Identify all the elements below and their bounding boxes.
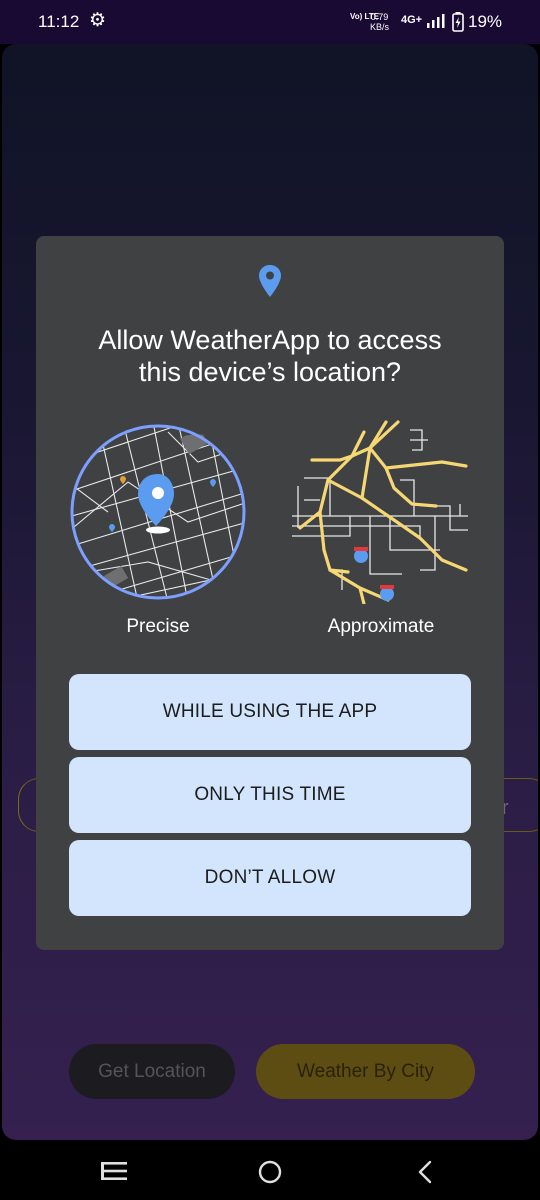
dialog-title-line2: this device’s location? xyxy=(138,357,402,387)
back-icon[interactable] xyxy=(416,1160,434,1184)
dialog-title: Allow WeatherApp to access this device’s… xyxy=(56,324,484,388)
network-speed: 0.79 KB/s xyxy=(370,12,389,32)
get-location-button[interactable]: Get Location xyxy=(69,1044,235,1099)
speed-value: 0.79 xyxy=(370,12,389,22)
dialog-title-line1: Allow WeatherApp to access xyxy=(98,325,442,355)
only-this-time-button[interactable]: ONLY THIS TIME xyxy=(69,757,471,833)
recents-icon[interactable] xyxy=(101,1162,127,1180)
approximate-label: Approximate xyxy=(327,616,435,637)
approximate-location-option[interactable] xyxy=(290,420,470,604)
signal-icon xyxy=(427,14,445,28)
status-time: 11:12 xyxy=(38,12,80,31)
gear-icon: ⚙ xyxy=(89,10,107,31)
status-bar: 11:12 ⚙ Vo) LTE 0.79 KB/s 4G+ 19% xyxy=(0,0,540,44)
speed-unit: KB/s xyxy=(370,22,390,32)
home-icon[interactable] xyxy=(258,1160,282,1184)
precise-location-option[interactable] xyxy=(68,422,248,602)
battery-icon xyxy=(452,12,464,32)
network-type: 4G+ xyxy=(401,14,423,26)
weather-by-city-button[interactable]: Weather By City xyxy=(256,1044,475,1099)
precise-label: Precise xyxy=(126,616,190,637)
navigation-bar xyxy=(0,1140,540,1200)
location-permission-dialog: Allow WeatherApp to access this device’s… xyxy=(36,236,504,950)
location-pin-icon xyxy=(259,265,281,297)
while-using-the-app-button[interactable]: WHILE USING THE APP xyxy=(69,674,471,750)
battery-percent: 19% xyxy=(468,12,503,31)
dont-allow-button[interactable]: DON’T ALLOW xyxy=(69,840,471,916)
